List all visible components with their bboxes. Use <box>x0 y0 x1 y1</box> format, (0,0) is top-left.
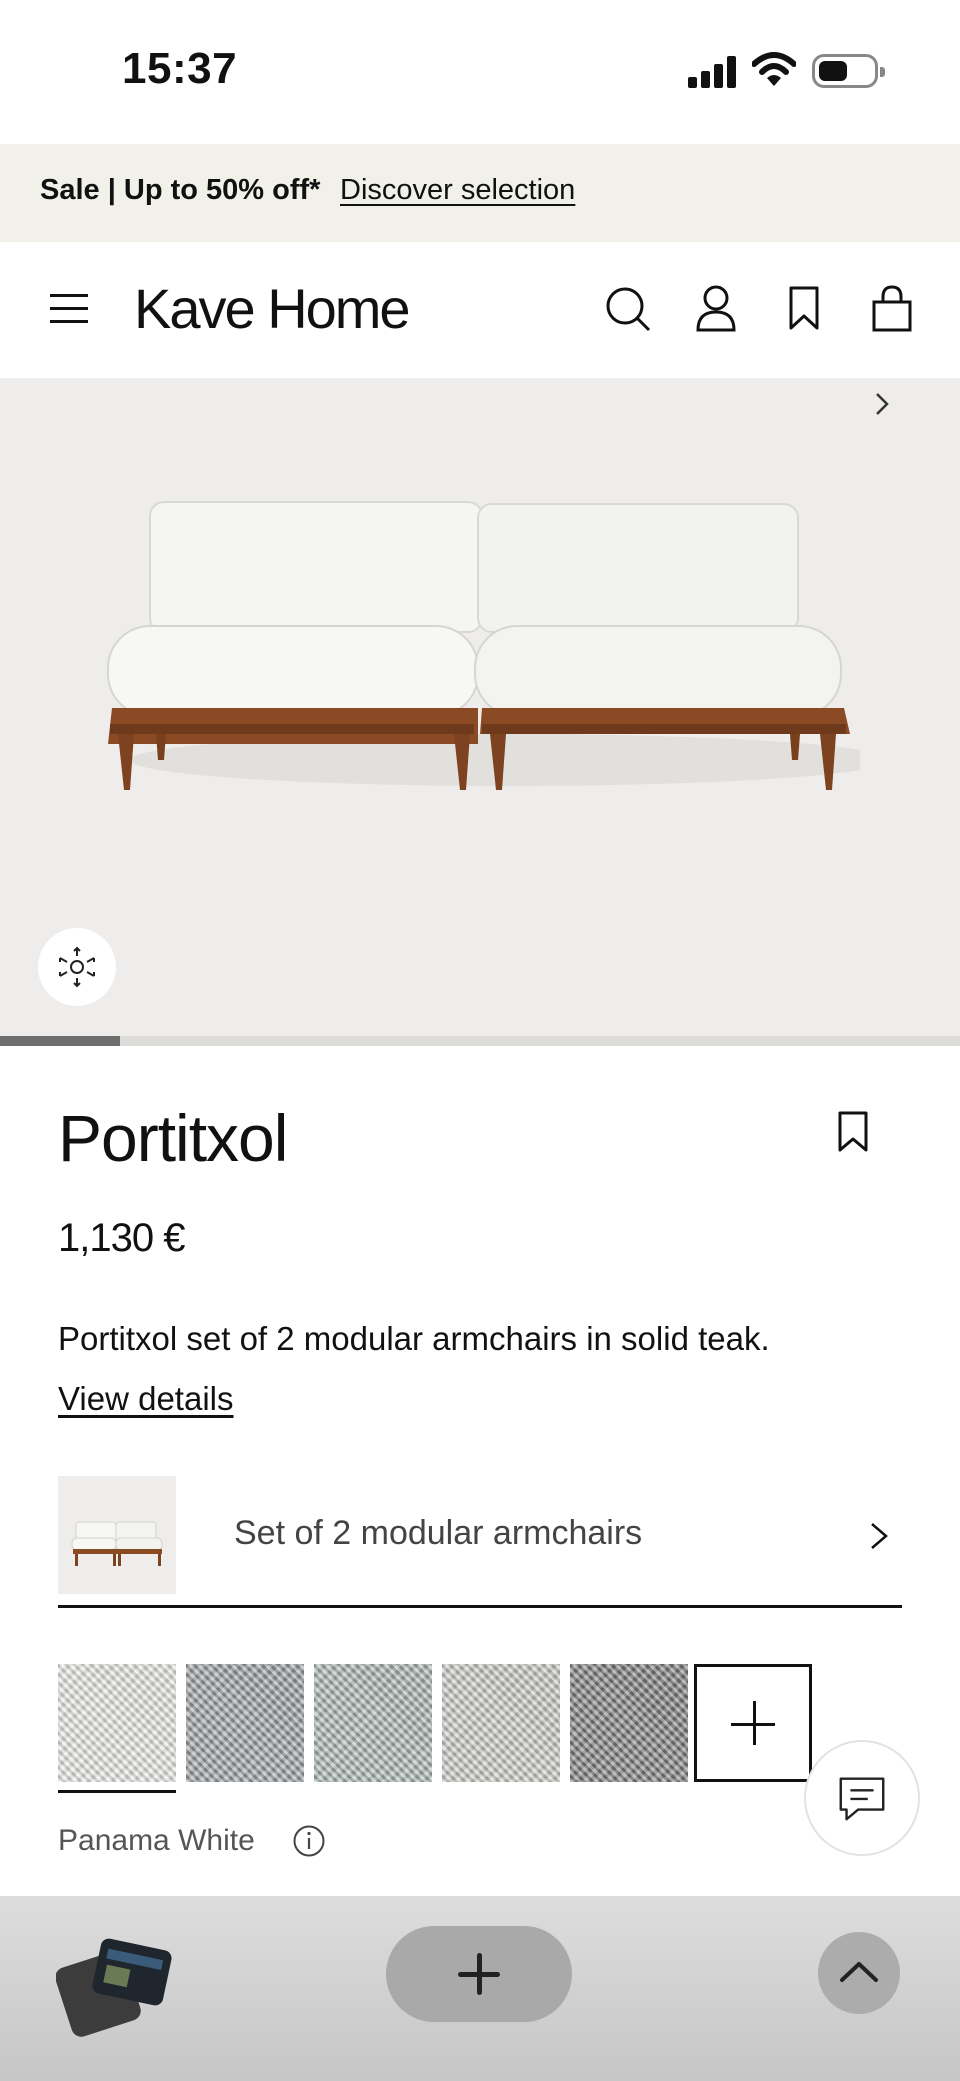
logo[interactable]: Kave Home <box>134 276 411 341</box>
product-gallery[interactable] <box>0 378 960 1036</box>
chevron-up-icon <box>840 1962 878 1982</box>
product-price: 1,130 € <box>58 1216 185 1260</box>
promo-banner: Sale | Up to 50% off* Discover selection <box>0 144 960 242</box>
cellular-signal-icon <box>688 56 738 88</box>
search-icon[interactable] <box>604 282 652 334</box>
view-details-link[interactable]: View details <box>58 1380 234 1418</box>
more-swatches-button[interactable] <box>694 1664 812 1782</box>
swatch-panama-white[interactable] <box>58 1664 176 1782</box>
battery-icon <box>812 54 885 88</box>
view-3d-button[interactable] <box>38 928 116 1006</box>
wifi-icon <box>752 52 796 86</box>
variant-label: Set of 2 modular armchairs <box>234 1514 643 1552</box>
chat-icon <box>839 1777 885 1821</box>
cube-3d-icon <box>59 946 95 988</box>
scroll-up-button[interactable] <box>818 1932 900 2014</box>
site-header: Kave Home <box>0 242 960 378</box>
chat-button[interactable] <box>804 1740 920 1856</box>
tabs-icon[interactable] <box>56 1932 176 2042</box>
variant-thumbnail <box>58 1476 176 1594</box>
variant-selector[interactable]: Set of 2 modular armchairs <box>58 1476 902 1608</box>
gallery-progress-fill <box>0 1036 120 1046</box>
discover-selection-link[interactable]: Discover selection <box>340 174 575 207</box>
swatch[interactable] <box>314 1664 432 1782</box>
promo-text: Sale | Up to 50% off* <box>40 174 321 206</box>
product-image <box>107 501 860 790</box>
status-time: 15:37 <box>122 44 238 93</box>
product-title: Portitxol <box>58 1101 288 1175</box>
chevron-right-icon[interactable] <box>856 378 908 430</box>
color-swatches <box>58 1664 848 1796</box>
menu-icon[interactable] <box>50 294 88 324</box>
wishlist-bookmark-icon[interactable] <box>836 1110 870 1154</box>
new-tab-button[interactable] <box>386 1926 572 2022</box>
chevron-right-icon <box>871 1523 888 1549</box>
swatch[interactable] <box>186 1664 304 1782</box>
selected-swatch-indicator <box>58 1790 176 1793</box>
gallery-progress <box>0 1036 960 1046</box>
swatch[interactable] <box>570 1664 688 1782</box>
browser-bottom-bar <box>0 1896 960 2081</box>
swatch[interactable] <box>442 1664 560 1782</box>
bag-icon[interactable] <box>868 282 916 334</box>
product-description: Portitxol set of 2 modular armchairs in … <box>58 1320 770 1357</box>
status-bar: 15:37 <box>0 0 960 144</box>
bookmark-icon[interactable] <box>780 282 828 334</box>
info-icon[interactable] <box>292 1824 326 1858</box>
selected-color-name: Panama White <box>58 1824 255 1857</box>
account-icon[interactable] <box>692 282 740 334</box>
